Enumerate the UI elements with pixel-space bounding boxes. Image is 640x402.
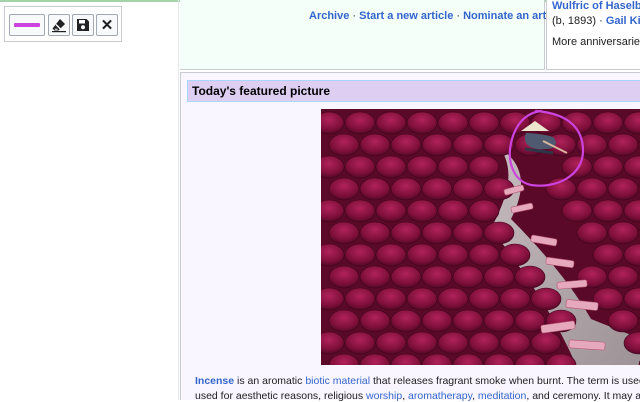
featured-picture-panel: Today's featured picture Incense is an a… — [180, 72, 640, 402]
on-this-day-panel: Archive · Start a new article · Nominate… — [180, 0, 565, 70]
eraser-button[interactable] — [48, 14, 70, 36]
pen-color-swatch — [14, 23, 40, 27]
meditation-link[interactable]: meditation — [478, 390, 526, 402]
close-icon: ✕ — [100, 17, 114, 34]
pen-color-button[interactable] — [9, 14, 45, 36]
anniversary-link[interactable]: Wulfric of Haselbur — [552, 0, 640, 12]
eraser-icon — [52, 19, 66, 33]
caption-text: is an aromatic — [234, 375, 306, 387]
aromatherapy-link[interactable]: aromatherapy — [408, 390, 472, 402]
featured-picture-image[interactable] — [321, 109, 640, 365]
caption-line-2: used for aesthetic reasons, religious wo… — [195, 390, 640, 402]
anniversaries-panel: Wulfric of Haselbur (b, 1893) · Gail Kim… — [546, 0, 640, 70]
featured-picture-title: Today's featured picture — [192, 84, 330, 98]
otd-footer-links: Archive · Start a new article · Nominate… — [309, 10, 565, 22]
caption-line-1: Incense is an aromatic biotic material t… — [195, 375, 640, 387]
caption-text: that releases fragrant smoke when burnt.… — [370, 375, 640, 387]
born-text: (b, 1893) · — [552, 15, 606, 27]
incense-photo — [321, 109, 640, 365]
caption-text: used for aesthetic reasons, religious — [195, 390, 367, 402]
worship-link[interactable]: worship — [366, 390, 402, 402]
save-icon — [77, 19, 89, 31]
more-anniversaries-label: More anniversaries: — [552, 36, 640, 48]
separator: · — [352, 10, 357, 22]
close-button[interactable]: ✕ — [96, 14, 118, 36]
gail-kim-link[interactable]: Gail Kim — [606, 15, 640, 27]
separator: · — [456, 10, 461, 22]
column-divider — [178, 0, 179, 400]
save-button[interactable] — [72, 14, 94, 36]
start-article-link[interactable]: Start a new article — [359, 10, 453, 22]
caption-text: , and ceremony. It may also be — [526, 390, 640, 402]
annotation-toolbar: ✕ — [4, 6, 122, 42]
anniversary-born-line: (b, 1893) · Gail Kim — [552, 15, 640, 27]
archive-link[interactable]: Archive — [309, 10, 349, 22]
featured-picture-header: Today's featured picture — [187, 80, 640, 102]
incense-link[interactable]: Incense — [195, 375, 234, 387]
biotic-material-link[interactable]: biotic material — [305, 375, 370, 387]
